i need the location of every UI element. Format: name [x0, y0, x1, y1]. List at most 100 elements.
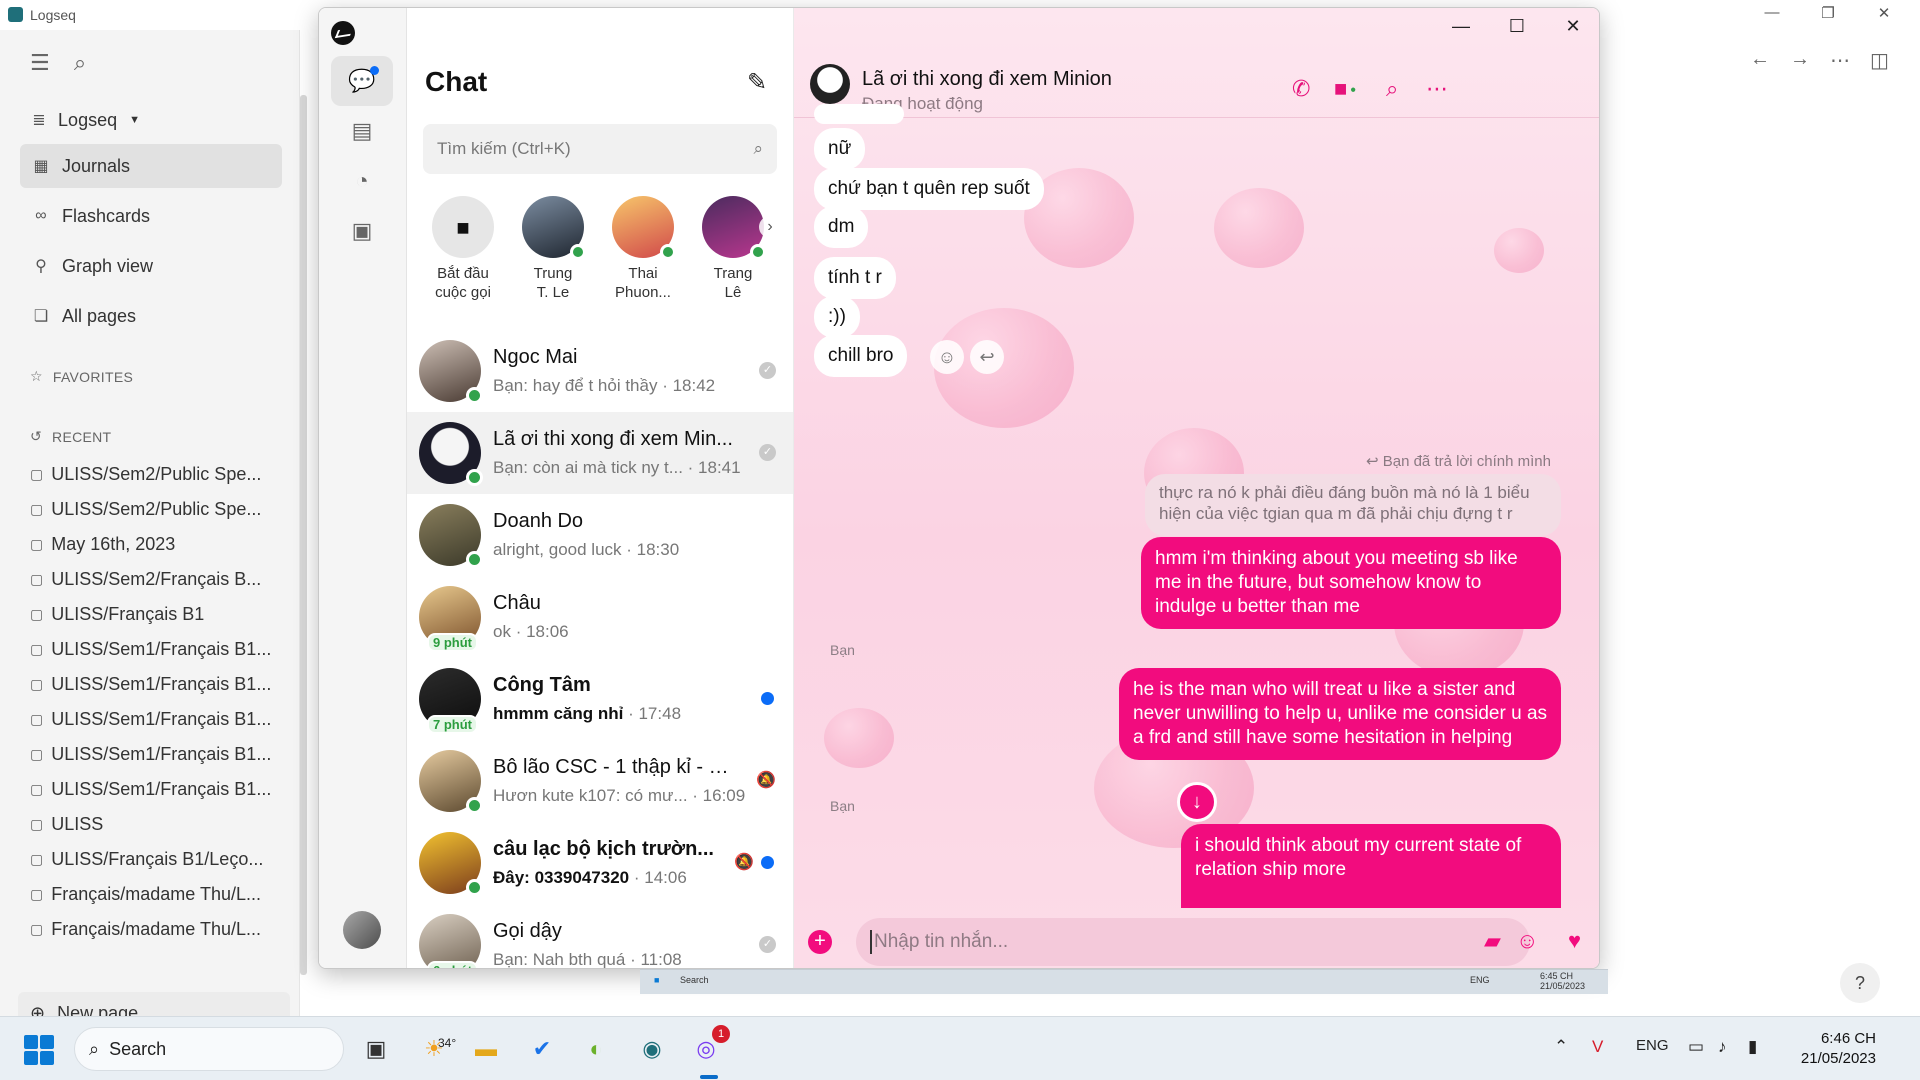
sidebar-item-flashcards[interactable]: ∞ Flashcards: [20, 194, 282, 238]
recent-item[interactable]: ▢ May 16th, 2023: [30, 534, 275, 555]
logseq-app-icon[interactable]: ◉: [634, 1031, 670, 1067]
heart-reaction-icon[interactable]: ♥: [1568, 928, 1581, 954]
windows-start-icon[interactable]: [24, 1035, 54, 1065]
close-icon[interactable]: ✕: [1545, 8, 1599, 44]
recent-item[interactable]: ▢ ULISS: [30, 814, 275, 835]
sidebar-item-graph-view[interactable]: ⚲ Graph view: [20, 244, 282, 288]
sidebar-scrollbar[interactable]: [300, 95, 307, 975]
toggle-right-sidebar-icon[interactable]: ◫: [1870, 48, 1889, 73]
recent-item[interactable]: ▢ ULISS/Sem2/Français B...: [30, 569, 275, 590]
taskbar-clock[interactable]: 6:46 CH 21/05/2023: [1780, 1029, 1876, 1069]
recent-item[interactable]: ▢ ULISS/Sem1/Français B1...: [30, 639, 275, 660]
my-avatar[interactable]: [343, 911, 381, 949]
scroll-to-bottom-icon[interactable]: ↓: [1177, 782, 1217, 822]
unikey-icon[interactable]: V: [1592, 1037, 1603, 1057]
file-explorer-icon[interactable]: ▬: [468, 1031, 504, 1067]
requests-tab[interactable]: ◔: [331, 156, 393, 206]
recent-item[interactable]: ▢ ULISS/Sem1/Français B1...: [30, 709, 275, 730]
incoming-message-bubble[interactable]: :)): [814, 296, 860, 338]
conversation-item[interactable]: 6 phút Gọi dậy Bạn: Nah bth quá · 11:08 …: [407, 904, 793, 969]
search-icon[interactable]: ⌕: [74, 50, 86, 75]
outgoing-message-bubble[interactable]: i should think about my current state of…: [1181, 824, 1561, 908]
taskbar-search-box[interactable]: ⌕ Search: [74, 1027, 344, 1071]
message-composer: + Nhập tin nhắn... ▰ ☺ ♥: [794, 916, 1599, 968]
conversation-item[interactable]: 9 phút Châu ok · 18:06: [407, 576, 793, 658]
reply-arrow-icon[interactable]: ↩: [970, 340, 1004, 374]
compose-icon[interactable]: ✎: [747, 68, 767, 97]
react-emoji-icon[interactable]: ☺: [930, 340, 964, 374]
chevron-up-icon[interactable]: ⌃: [1554, 1037, 1568, 1057]
sidebar-item-all-pages[interactable]: ❏ All pages: [20, 294, 282, 338]
sidebar-item-journals[interactable]: ▦ Journals: [20, 144, 282, 188]
conversation-item-selected[interactable]: Lã ơi thi xong đi xem Min... Bạn: còn ai…: [407, 412, 793, 494]
network-icon[interactable]: ▭: [1688, 1037, 1704, 1057]
archive-tab[interactable]: ▣: [331, 206, 393, 256]
page-icon: ▢: [30, 711, 44, 727]
conversation-item[interactable]: Ngoc Mai Bạn: hay để t hỏi thầy · 18:42 …: [407, 330, 793, 412]
preview-time: · 11:08: [630, 950, 682, 969]
back-arrow-icon[interactable]: ←: [1750, 48, 1770, 71]
recent-item[interactable]: ▢ ULISS/Français B1/Leço...: [30, 849, 275, 870]
minimize-icon[interactable]: —: [1433, 8, 1489, 44]
restore-icon[interactable]: ❐: [1808, 4, 1848, 22]
task-view-icon[interactable]: ▣: [358, 1031, 394, 1067]
recent-item[interactable]: ▢ ULISS/Sem1/Français B1...: [30, 744, 275, 765]
marketplace-tab[interactable]: ▤: [331, 106, 393, 156]
volume-icon[interactable]: ♪: [1718, 1037, 1727, 1057]
incoming-message-bubble[interactable]: [814, 104, 904, 124]
language-indicator[interactable]: ENG: [1636, 1037, 1669, 1054]
recent-item[interactable]: ▢ ULISS/Français B1: [30, 604, 275, 625]
outgoing-message-bubble[interactable]: he is the man who will treat u like a si…: [1119, 668, 1561, 760]
more-icon[interactable]: ⋯: [1830, 48, 1850, 73]
phone-icon[interactable]: ✆: [1292, 76, 1310, 102]
incoming-message-bubble[interactable]: tính t r: [814, 257, 896, 299]
recent-item[interactable]: ▢ ULISS/Sem2/Public Spe...: [30, 499, 275, 520]
close-icon[interactable]: ✕: [1864, 4, 1904, 22]
messenger-app-icon[interactable]: ◎ 1: [688, 1025, 730, 1067]
incoming-message-bubble[interactable]: nữ: [814, 128, 866, 170]
todo-app-icon[interactable]: ✔: [524, 1031, 560, 1067]
chat-avatar[interactable]: [810, 64, 850, 104]
recent-header[interactable]: ↺ RECENT: [30, 428, 111, 445]
incoming-message-bubble[interactable]: chill bro: [814, 335, 908, 377]
weather-icon[interactable]: ☀ 34°: [416, 1031, 456, 1067]
sticker-icon[interactable]: ▰: [1484, 928, 1501, 954]
battery-icon[interactable]: ▮: [1748, 1037, 1757, 1057]
conversation-item[interactable]: câu lạc bộ kịch trườn... Đây: 0339047320…: [407, 822, 793, 904]
help-button[interactable]: ?: [1840, 963, 1880, 1003]
plus-icon[interactable]: +: [808, 930, 832, 954]
start-call-button[interactable]: ■ Bắt đầu cuộc gọi: [423, 196, 503, 302]
search-icon[interactable]: ⌕: [1386, 76, 1398, 102]
conversation-item[interactable]: Bô lão CSC - 1 thập kỉ - 8/... Hươn kute…: [407, 740, 793, 822]
emoji-icon[interactable]: ☺: [1516, 928, 1538, 954]
maximize-icon[interactable]: ☐: [1489, 8, 1545, 44]
active-contact[interactable]: Thai Phuon...: [603, 196, 683, 302]
menu-icon[interactable]: ☰: [30, 50, 50, 75]
conversation-item[interactable]: Doanh Do alright, good luck · 18:30: [407, 494, 793, 576]
recent-item[interactable]: ▢ ULISS/Sem1/Français B1...: [30, 779, 275, 800]
graph-selector[interactable]: ≣ Logseq ▼: [20, 98, 140, 142]
favorites-header[interactable]: ☆ FAVORITES: [30, 368, 133, 385]
quoted-message[interactable]: thực ra nó k phải điều đáng buồn mà nó l…: [1145, 474, 1561, 536]
incoming-message-bubble[interactable]: chứ bạn t quên rep suốt: [814, 168, 1044, 210]
recent-item[interactable]: ▢ ULISS/Sem2/Public Spe...: [30, 464, 275, 485]
outgoing-message-bubble[interactable]: hmm i'm thinking about you meeting sb li…: [1141, 537, 1561, 629]
active-contact[interactable]: Trung T. Le: [513, 196, 593, 302]
incoming-message-bubble[interactable]: dm: [814, 206, 869, 248]
recent-item[interactable]: ▢ ULISS/Sem1/Français B1...: [30, 674, 275, 695]
forward-arrow-icon[interactable]: →: [1790, 48, 1810, 71]
recent-item[interactable]: ▢ Français/madame Thu/L...: [30, 884, 275, 905]
recent-item[interactable]: ▢ Français/madame Thu/L...: [30, 919, 275, 940]
video-camera-icon[interactable]: ■ ●: [1334, 76, 1356, 102]
conversation-item[interactable]: 7 phút Công Tâm hmmm căng nhỉ · 17:48: [407, 658, 793, 740]
chat-title[interactable]: Lã ơi thi xong đi xem Minion: [862, 68, 1112, 91]
avatar: 6 phút: [419, 914, 481, 968]
edge-green-app-icon[interactable]: ◐: [578, 1031, 614, 1067]
minimize-icon[interactable]: —: [1752, 4, 1792, 21]
message-input[interactable]: Nhập tin nhắn...: [856, 918, 1530, 966]
search-input[interactable]: Tìm kiếm (Ctrl+K) ⌕: [423, 124, 777, 174]
chevron-right-icon[interactable]: ›: [759, 216, 781, 238]
chats-tab[interactable]: 💬: [331, 56, 393, 106]
active-contact[interactable]: Trang Lê ›: [693, 196, 781, 302]
more-options-icon[interactable]: ⋯: [1426, 76, 1448, 102]
